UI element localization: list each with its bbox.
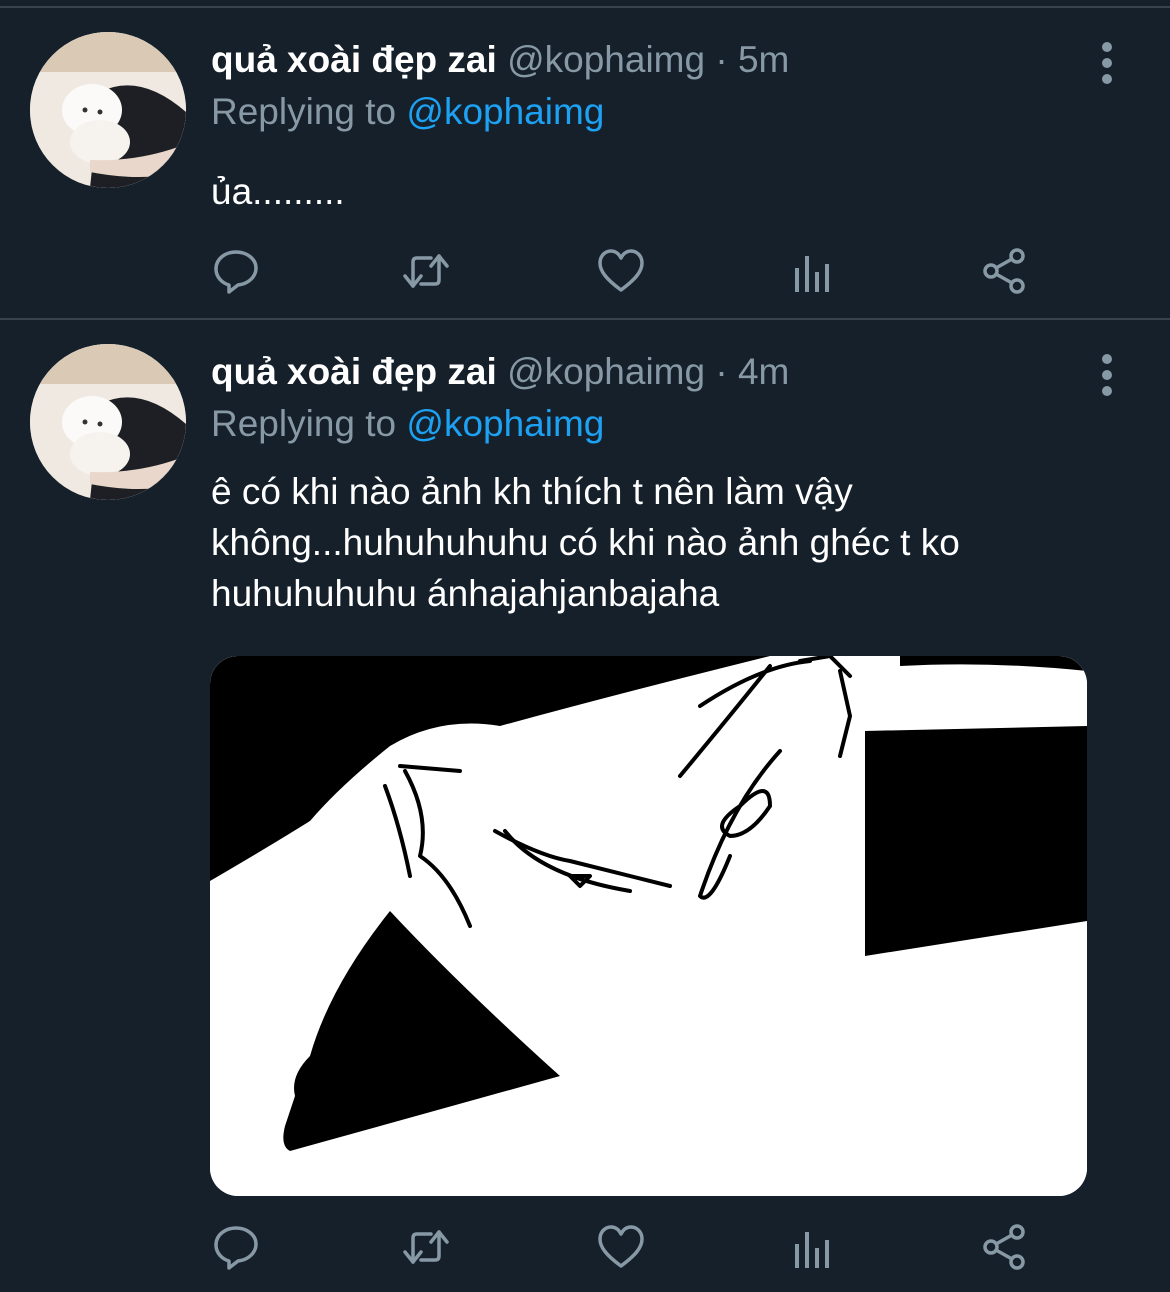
reply-button[interactable] (211, 246, 261, 296)
cat-avatar (30, 32, 186, 188)
sketch-drawing-image (210, 656, 1087, 1196)
reply-button[interactable] (211, 1222, 261, 1272)
replying-to: Replying to @kophaimg (211, 402, 604, 446)
tweet-header: quả xoài đẹp zai @kophaimg · 4m (211, 350, 789, 394)
share-icon (983, 1224, 1025, 1270)
handle[interactable]: @kophaimg (507, 39, 705, 80)
more-dot (1102, 58, 1112, 68)
retweet-icon (403, 254, 449, 288)
timestamp[interactable]: 5m (738, 39, 789, 80)
tweet[interactable]: quả xoài đẹp zai @kophaimg · 5m Replying… (0, 8, 1170, 318)
like-button[interactable] (596, 1222, 646, 1272)
share-button[interactable] (979, 1222, 1029, 1272)
tweet-actions (211, 1222, 1041, 1272)
reply-icon (214, 1226, 258, 1270)
handle[interactable]: @kophaimg (507, 351, 705, 392)
retweet-icon (403, 1230, 449, 1264)
reply-prefix: Replying to (211, 91, 397, 132)
more-dot (1102, 386, 1112, 396)
tweet-text: ê có khi nào ảnh kh thích t nên làm vậy … (211, 471, 960, 614)
tweet-text: ủa......... (211, 171, 345, 212)
avatar[interactable] (30, 32, 186, 188)
analytics-button[interactable] (789, 246, 839, 296)
tweet-actions (211, 246, 1041, 296)
more-dot (1102, 354, 1112, 364)
reply-to-handle[interactable]: @kophaimg (406, 403, 604, 444)
analytics-icon (795, 1232, 829, 1268)
retweet-button[interactable] (401, 1222, 451, 1272)
replying-to: Replying to @kophaimg (211, 90, 604, 134)
timestamp[interactable]: 4m (738, 351, 789, 392)
tweet[interactable]: quả xoài đẹp zai @kophaimg · 4m Replying… (0, 320, 1170, 1292)
more-dot (1102, 370, 1112, 380)
like-icon (598, 1225, 644, 1268)
retweet-button[interactable] (401, 246, 451, 296)
more-options-icon[interactable] (1096, 354, 1118, 398)
tweet-media[interactable] (210, 656, 1087, 1196)
more-dot (1102, 42, 1112, 52)
share-button[interactable] (979, 246, 1029, 296)
more-dot (1102, 74, 1112, 84)
display-name[interactable]: quả xoài đẹp zai (211, 39, 497, 80)
reply-icon (214, 250, 258, 294)
cat-avatar (30, 344, 186, 500)
like-icon (598, 249, 644, 292)
more-options-icon[interactable] (1096, 42, 1118, 86)
separator-dot: · (715, 39, 728, 80)
reply-prefix: Replying to (211, 403, 397, 444)
share-icon (983, 248, 1025, 294)
display-name[interactable]: quả xoài đẹp zai (211, 351, 497, 392)
tweet-header: quả xoài đẹp zai @kophaimg · 5m (211, 38, 789, 82)
avatar[interactable] (30, 344, 186, 500)
reply-to-handle[interactable]: @kophaimg (406, 91, 604, 132)
analytics-button[interactable] (789, 1222, 839, 1272)
analytics-icon (795, 256, 829, 292)
separator-dot: · (715, 351, 728, 392)
like-button[interactable] (596, 246, 646, 296)
